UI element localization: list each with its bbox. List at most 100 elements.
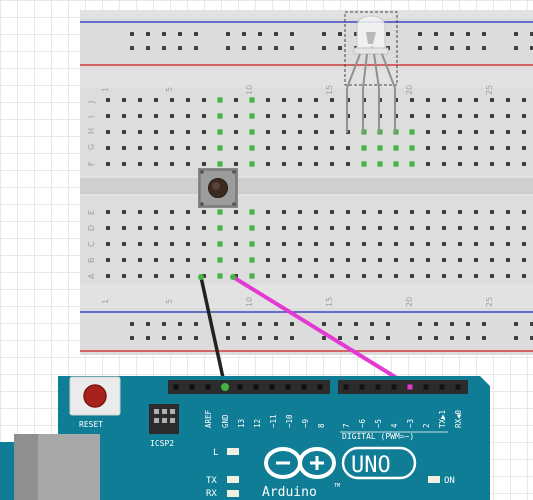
breadboard-hole <box>426 130 430 134</box>
breadboard-hole <box>378 258 382 262</box>
row-letter: F <box>87 161 96 166</box>
row-letter: D <box>87 225 96 231</box>
breadboard-hole <box>217 241 223 247</box>
breadboard-hole <box>378 242 382 246</box>
pushbutton-corner-pin <box>232 202 236 206</box>
breadboard-hole <box>282 210 286 214</box>
breadboard-hole <box>322 46 326 50</box>
icsp-pin <box>154 409 159 414</box>
on-led-indicator <box>428 476 440 483</box>
breadboard-hole <box>282 130 286 134</box>
breadboard-hole <box>474 162 478 166</box>
digital-header-right <box>338 380 468 394</box>
pushbutton[interactable] <box>197 167 239 209</box>
breadboard-hole <box>450 32 454 36</box>
breadboard-hole <box>186 146 190 150</box>
breadboard-hole <box>202 162 206 166</box>
breadboard-hole <box>226 336 230 340</box>
breadboard-hole <box>154 274 158 278</box>
breadboard-hole <box>458 210 462 214</box>
breadboard-hole <box>138 274 142 278</box>
breadboard-hole <box>442 258 446 262</box>
breadboard-hole <box>106 210 110 214</box>
breadboard-hole <box>522 210 526 214</box>
breadboard-hole <box>442 114 446 118</box>
gnd-label: GND <box>221 414 230 428</box>
breadboard-hole <box>314 130 318 134</box>
breadboard-hole <box>458 226 462 230</box>
breadboard-hole <box>490 274 494 278</box>
breadboard-hole <box>266 146 270 150</box>
breadboard-hole <box>217 145 223 151</box>
breadboard-hole <box>506 162 510 166</box>
rgb-led[interactable] <box>342 10 400 88</box>
breadboard-hole <box>490 146 494 150</box>
breadboard-hole <box>106 274 110 278</box>
breadboard-hole <box>122 130 126 134</box>
breadboard-hole <box>434 32 438 36</box>
breadboard-hole <box>490 98 494 102</box>
breadboard-hole <box>226 322 230 326</box>
breadboard-hole <box>426 114 430 118</box>
header-pin <box>269 384 275 390</box>
breadboard-hole <box>186 274 190 278</box>
breadboard-hole <box>122 210 126 214</box>
breadboard-hole <box>202 114 206 118</box>
breadboard-hole <box>442 98 446 102</box>
breadboard-hole <box>186 114 190 118</box>
breadboard-hole <box>234 114 238 118</box>
breadboard-hole <box>418 46 422 50</box>
breadboard-hole <box>506 146 510 150</box>
breadboard-hole <box>450 336 454 340</box>
breadboard-hole <box>194 32 198 36</box>
row-letter: G <box>87 144 96 150</box>
breadboard-hole <box>282 114 286 118</box>
pushbutton-cap-highlight <box>212 182 220 190</box>
breadboard-hole <box>490 226 494 230</box>
breadboard-hole <box>122 98 126 102</box>
breadboard-hole <box>377 161 383 167</box>
breadboard-hole <box>138 258 142 262</box>
breadboard-hole <box>490 130 494 134</box>
breadboard-hole <box>266 114 270 118</box>
breadboard-hole <box>346 210 350 214</box>
breadboard-hole <box>202 274 206 278</box>
breadboard-hole <box>146 336 150 340</box>
pushbutton-corner-pin <box>232 170 236 174</box>
breadboard-hole <box>154 114 158 118</box>
breadboard-hole <box>274 46 278 50</box>
breadboard-hole <box>242 46 246 50</box>
breadboard-hole <box>290 46 294 50</box>
breadboard-hole <box>426 226 430 230</box>
breadboard-hole <box>474 226 478 230</box>
breadboard-hole <box>514 32 518 36</box>
breadboard-hole <box>138 114 142 118</box>
breadboard-hole <box>426 242 430 246</box>
breadboard-hole <box>466 322 470 326</box>
breadboard-hole <box>106 162 110 166</box>
breadboard-hole <box>458 162 462 166</box>
breadboard-hole <box>266 210 270 214</box>
breadboard-hole <box>162 32 166 36</box>
breadboard-hole <box>274 322 278 326</box>
breadboard-hole <box>442 162 446 166</box>
breadboard-hole <box>202 130 206 134</box>
led-leg <box>381 53 396 88</box>
row-letter: C <box>87 241 96 247</box>
breadboard-hole <box>490 162 494 166</box>
breadboard-hole <box>330 114 334 118</box>
terminal-strip-bottom <box>80 196 533 284</box>
breadboard-hole <box>186 258 190 262</box>
breadboard-hole <box>346 242 350 246</box>
breadboard-hole <box>482 322 486 326</box>
breadboard-hole <box>178 322 182 326</box>
breadboard-hole <box>170 274 174 278</box>
breadboard-hole <box>434 46 438 50</box>
reset-button[interactable] <box>83 384 107 408</box>
breadboard-hole <box>466 46 470 50</box>
breadboard-hole <box>298 146 302 150</box>
breadboard-hole <box>266 162 270 166</box>
breadboard-hole <box>178 336 182 340</box>
breadboard-hole <box>442 226 446 230</box>
breadboard-hole <box>426 162 430 166</box>
